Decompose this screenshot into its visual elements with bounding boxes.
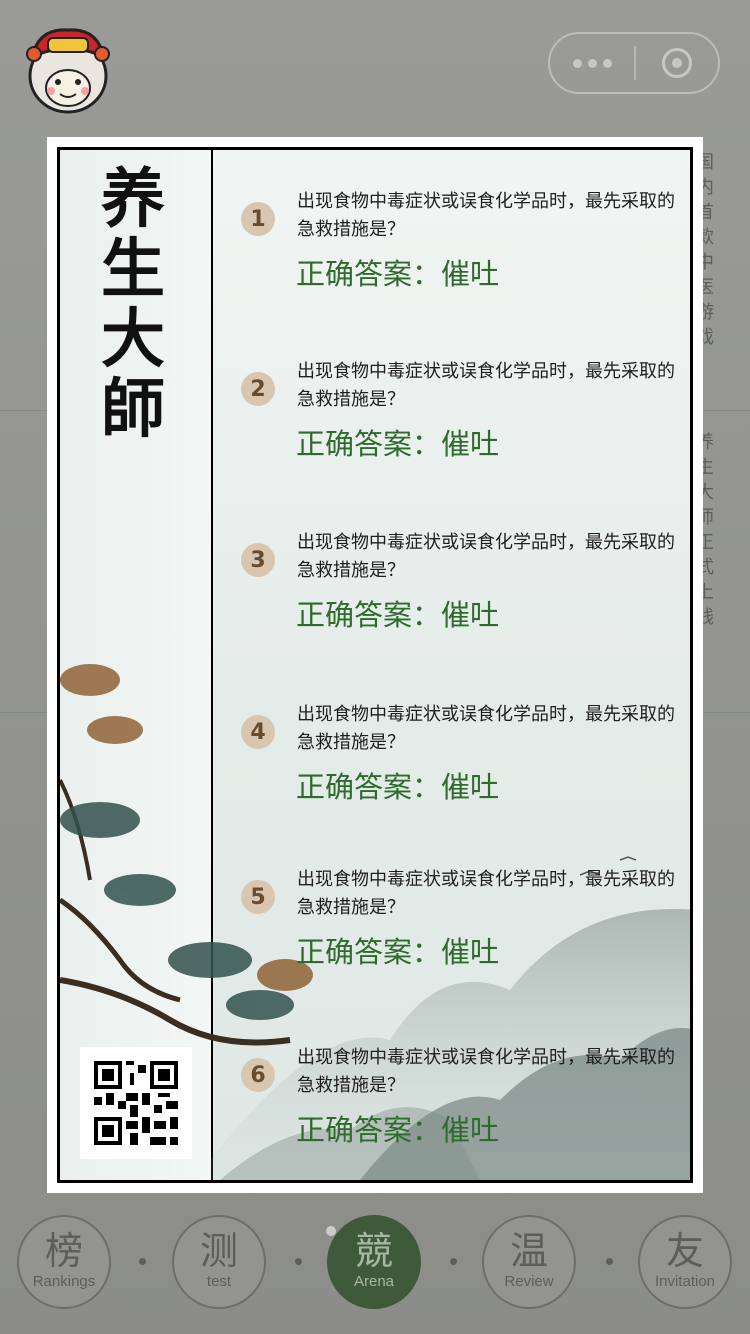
question-text: 出现食物中毒症状或误食化学品时，最先采取的急救措施是？ xyxy=(297,1047,675,1096)
correct-answer: 正确答案：催吐 xyxy=(296,427,500,461)
nav-rankings-glyph: 榜 xyxy=(44,1229,83,1273)
miniprogram-capsule xyxy=(548,32,720,94)
question-item: 3 出现食物中毒症状或误食化学品时，最先采取的急救措施是？ 正确答案：催吐 xyxy=(213,491,690,651)
share-poster: 养生大師 1 出现食物中毒症状或误食化学品时，最先采取的急救措施是？ 正确答案：… xyxy=(47,137,703,1193)
question-item: 5 出现食物中毒症状或误食化学品时，最先采取的急救措施是？ 正确答案：催吐 xyxy=(213,828,690,988)
nav-rankings-label: Rankings xyxy=(32,1273,96,1290)
question-number-badge: 5 xyxy=(241,880,275,914)
question-text: 出现食物中毒症状或误食化学品时，最先采取的急救措施是？ xyxy=(297,869,675,918)
poster-left-panel: 养生大師 xyxy=(60,150,213,1180)
question-number-badge: 6 xyxy=(241,1058,275,1092)
nav-separator-dot xyxy=(606,1258,613,1265)
question-item: 4 出现食物中毒症状或误食化学品时，最先采取的急救措施是？ 正确答案：催吐 xyxy=(213,663,690,823)
correct-answer: 正确答案：催吐 xyxy=(296,935,500,969)
question-text: 出现食物中毒症状或误食化学品时，最先采取的急救措施是？ xyxy=(297,704,675,753)
question-text: 出现食物中毒症状或误食化学品时，最先采取的急救措施是？ xyxy=(297,191,675,240)
correct-answer: 正确答案：催吐 xyxy=(296,1113,500,1147)
nav-rankings-button[interactable]: 榜 Rankings xyxy=(17,1215,111,1309)
question-item: 2 出现食物中毒症状或误食化学品时，最先采取的急救措施是？ 正确答案：催吐 xyxy=(213,320,690,480)
question-text: 出现食物中毒症状或误食化学品时，最先采取的急救措施是？ xyxy=(297,532,675,581)
lion-dance-mascot-icon[interactable] xyxy=(18,18,118,118)
nav-review-label: Review xyxy=(504,1273,554,1290)
question-number-badge: 4 xyxy=(241,715,275,749)
nav-review-button[interactable]: 温 Review xyxy=(482,1215,576,1309)
question-item: 6 出现食物中毒症状或误食化学品时，最先采取的急救措施是？ 正确答案：催吐 xyxy=(213,1006,690,1166)
nav-test-button[interactable]: 测 test xyxy=(172,1215,266,1309)
more-dots-icon[interactable] xyxy=(550,58,634,68)
nav-separator-dot xyxy=(450,1258,457,1265)
qr-code-icon[interactable] xyxy=(80,1047,192,1159)
target-close-icon[interactable] xyxy=(636,48,718,78)
nav-test-label: test xyxy=(206,1273,232,1290)
correct-answer: 正确答案：催吐 xyxy=(296,598,500,632)
nav-separator-dot xyxy=(139,1258,146,1265)
correct-answer: 正确答案：催吐 xyxy=(296,257,500,291)
poster-frame: 养生大師 1 出现食物中毒症状或误食化学品时，最先采取的急救措施是？ 正确答案：… xyxy=(57,147,693,1183)
nav-separator-dot xyxy=(295,1258,302,1265)
question-number-badge: 3 xyxy=(241,543,275,577)
nav-invitation-button[interactable]: 友 Invitation xyxy=(638,1215,732,1309)
nav-arena-button[interactable]: 競 Arena xyxy=(327,1215,421,1309)
correct-answer: 正确答案：催吐 xyxy=(296,770,500,804)
question-item: 1 出现食物中毒症状或误食化学品时，最先采取的急救措施是？ 正确答案：催吐 xyxy=(213,150,690,310)
nav-test-glyph: 测 xyxy=(199,1229,238,1273)
nav-arena-label: Arena xyxy=(353,1273,395,1290)
brand-calligraphy: 养生大師 xyxy=(101,162,165,447)
question-text: 出现食物中毒症状或误食化学品时，最先采取的急救措施是？ xyxy=(297,361,675,410)
nav-invitation-label: Invitation xyxy=(654,1273,716,1290)
nav-invitation-glyph: 友 xyxy=(665,1229,704,1273)
nav-arena-glyph: 競 xyxy=(354,1229,393,1273)
question-number-badge: 2 xyxy=(241,372,275,406)
question-number-badge: 1 xyxy=(241,202,275,236)
nav-review-glyph: 温 xyxy=(509,1229,548,1273)
